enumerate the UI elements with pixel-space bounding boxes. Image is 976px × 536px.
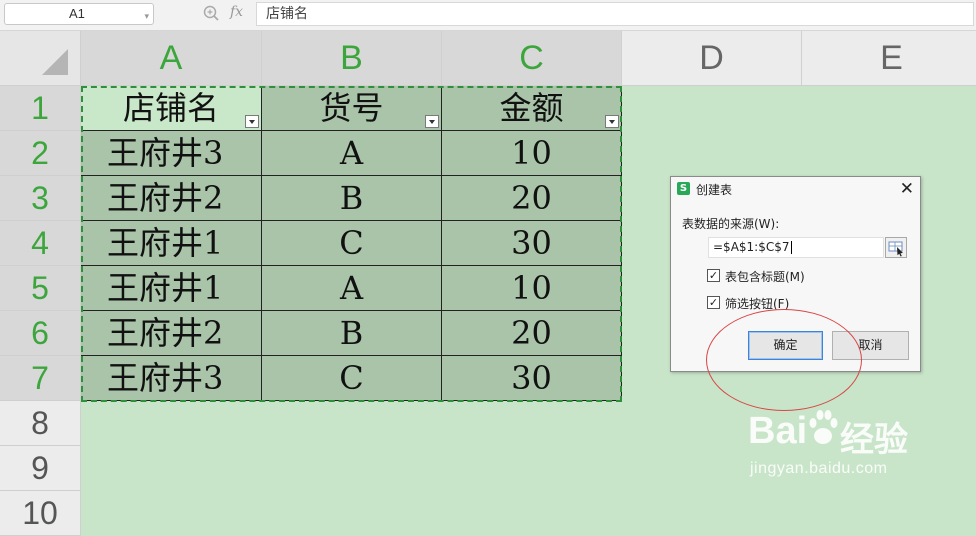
table-cell[interactable]: 王府井1	[81, 266, 262, 311]
formula-bar: A1 ▾ fx 店铺名	[0, 0, 976, 31]
header-amount: 金额	[499, 89, 564, 127]
table-cell[interactable]: B	[262, 176, 442, 221]
formula-input[interactable]: 店铺名	[256, 2, 974, 26]
table-header-cell[interactable]: 金额	[442, 86, 622, 131]
fx-icon[interactable]: fx	[230, 4, 243, 20]
has-headers-checkbox[interactable]: ✓	[707, 269, 720, 282]
table-cell[interactable]: 王府井3	[81, 356, 262, 401]
table-header-cell[interactable]: 店铺名	[81, 86, 262, 131]
cancel-button[interactable]: 取消	[832, 331, 909, 360]
row-header-1[interactable]: 1	[0, 86, 81, 131]
filter-dropdown-icon[interactable]	[425, 115, 439, 128]
column-header-c[interactable]: C	[442, 31, 622, 86]
row-header-2[interactable]: 2	[0, 131, 81, 176]
source-label: 表数据的来源(W):	[682, 217, 780, 231]
select-all-icon	[42, 49, 68, 75]
table-cell[interactable]: 20	[442, 311, 622, 356]
column-header-b[interactable]: B	[262, 31, 442, 86]
app-logo-icon: S	[677, 182, 690, 195]
table-cell[interactable]: 王府井3	[81, 131, 262, 176]
zoom-icon[interactable]	[202, 4, 220, 22]
create-table-dialog: S 创建表 ✕ 表数据的来源(W): =$A$1:$C$7 ✓ 表包含标题(M)…	[670, 176, 921, 372]
name-box-value: A1	[69, 6, 85, 21]
table-cell[interactable]: 20	[442, 176, 622, 221]
table-cell[interactable]: 30	[442, 221, 622, 266]
ok-button[interactable]: 确定	[748, 331, 823, 360]
source-range-input[interactable]: =$A$1:$C$7	[708, 237, 884, 258]
filter-dropdown-icon[interactable]	[605, 115, 619, 128]
row-header-10[interactable]: 10	[0, 491, 81, 536]
table-cell[interactable]: 30	[442, 356, 622, 401]
paw-icon	[809, 410, 838, 444]
close-icon[interactable]: ✕	[900, 179, 914, 199]
row-header-3[interactable]: 3	[0, 176, 81, 221]
filter-button-label[interactable]: 筛选按钮(F)	[725, 295, 789, 312]
dialog-title: 创建表	[696, 183, 733, 197]
table-cell[interactable]: 王府井2	[81, 176, 262, 221]
table-cell[interactable]: 10	[442, 131, 622, 176]
header-store-name: 店铺名	[122, 89, 219, 127]
name-box[interactable]: A1 ▾	[4, 3, 154, 25]
table-cell[interactable]: C	[262, 356, 442, 401]
row-header-6[interactable]: 6	[0, 311, 81, 356]
watermark: Bai 经验 jingyan.baidu.com	[748, 398, 976, 503]
column-header-a[interactable]: A	[81, 31, 262, 86]
row-header-9[interactable]: 9	[0, 446, 81, 491]
row-header-4[interactable]: 4	[0, 221, 81, 266]
table-cell[interactable]: B	[262, 311, 442, 356]
chevron-down-icon[interactable]: ▾	[144, 6, 149, 26]
column-header-d[interactable]: D	[622, 31, 802, 86]
table-header-cell[interactable]: 货号	[262, 86, 442, 131]
has-headers-label[interactable]: 表包含标题(M)	[725, 268, 805, 285]
dialog-title-bar[interactable]: S 创建表 ✕	[671, 177, 920, 201]
source-range-value: =$A$1:$C$7	[713, 240, 790, 254]
table-cell[interactable]: 10	[442, 266, 622, 311]
header-item-no: 货号	[319, 89, 384, 127]
select-all-corner[interactable]	[0, 31, 81, 86]
text-caret	[790, 241, 792, 254]
table-cell[interactable]: A	[262, 131, 442, 176]
table-cell[interactable]: A	[262, 266, 442, 311]
range-picker-button[interactable]	[885, 237, 907, 258]
table-cell[interactable]: 王府井1	[81, 221, 262, 266]
column-header-e[interactable]: E	[802, 31, 976, 86]
filter-dropdown-icon[interactable]	[245, 115, 259, 128]
watermark-product: 经验	[840, 420, 908, 460]
table-cell[interactable]: C	[262, 221, 442, 266]
watermark-url: jingyan.baidu.com	[750, 460, 888, 477]
row-header-5[interactable]: 5	[0, 266, 81, 311]
table-cell[interactable]: 王府井2	[81, 311, 262, 356]
range-select-icon	[888, 241, 903, 257]
filter-button-checkbox[interactable]: ✓	[707, 296, 720, 309]
row-header-8[interactable]: 8	[0, 401, 81, 446]
watermark-brand: Bai	[748, 410, 808, 452]
row-header-7[interactable]: 7	[0, 356, 81, 401]
